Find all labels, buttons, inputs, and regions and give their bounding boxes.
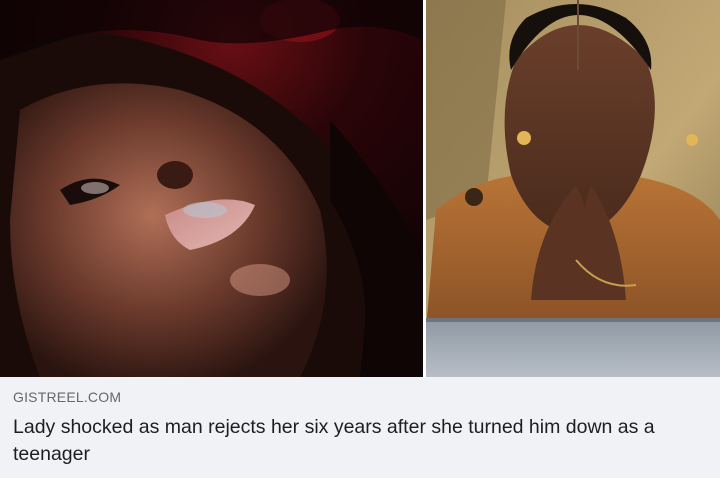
article-headline[interactable]: Lady shocked as man rejects her six year… <box>13 414 705 468</box>
preview-image-collage[interactable] <box>0 0 720 377</box>
link-caption[interactable]: GISTREEL.COM Lady shocked as man rejects… <box>0 377 720 478</box>
source-domain: GISTREEL.COM <box>13 389 122 405</box>
selfie-photo <box>0 0 423 377</box>
distressed-woman-photo <box>426 0 720 377</box>
link-preview-card[interactable]: GISTREEL.COM Lady shocked as man rejects… <box>0 0 720 478</box>
